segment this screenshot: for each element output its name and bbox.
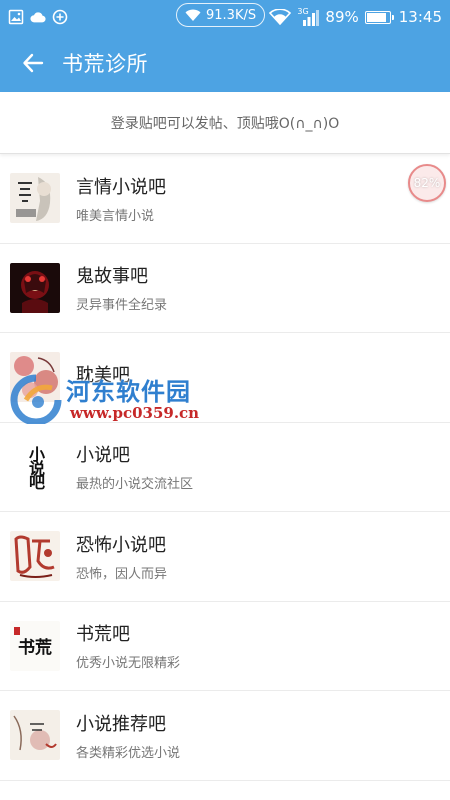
- forum-name: 小说吧: [76, 445, 130, 467]
- arrow-left-icon: [23, 53, 44, 73]
- forum-row-yanqing[interactable]: 言情小说吧 唯美言情小说: [0, 154, 450, 244]
- forum-name: 小说推荐吧: [76, 713, 166, 735]
- progress-badge[interactable]: 82%: [408, 164, 446, 202]
- forum-avatar-shuhuang: 书荒: [10, 620, 60, 671]
- forum-desc: 最热的小说交流社区: [76, 477, 194, 493]
- progress-value: 82%: [413, 176, 441, 190]
- cloud-icon: [30, 9, 46, 25]
- forum-desc: 恐怖，因人而异: [76, 566, 168, 582]
- status-bar: 91.3K/S 3G 89% 13:45: [0, 0, 450, 34]
- avatar-calligraphy: 小说吧: [26, 445, 45, 488]
- forum-name: 鬼故事吧: [76, 266, 148, 288]
- cell-signal-icon: 3G: [297, 7, 320, 26]
- battery-icon: [364, 10, 394, 24]
- forum-name: 恐怖小说吧: [76, 534, 166, 556]
- network-type: 3G: [297, 7, 309, 16]
- forum-avatar-danmei: [10, 352, 60, 403]
- forum-list: 言情小说吧 唯美言情小说 鬼故事吧 灵异事件全纪录 耽美吧 小说吧 小说吧 最热…: [0, 154, 450, 781]
- back-button[interactable]: [16, 46, 50, 80]
- avatar-calligraphy: 书荒: [18, 638, 52, 659]
- gallery-icon: [8, 9, 24, 25]
- forum-row-guigushi[interactable]: 鬼故事吧 灵异事件全纪录: [0, 244, 450, 333]
- plus-circle-icon: [52, 9, 68, 25]
- forum-name: 书荒吧: [76, 624, 130, 646]
- forum-name: 言情小说吧: [76, 176, 166, 198]
- clock: 13:45: [398, 8, 442, 26]
- forum-desc: 灵异事件全纪录: [76, 298, 168, 314]
- wifi-icon: [185, 7, 201, 23]
- forum-row-kongbu[interactable]: 恐怖小说吧 恐怖，因人而异: [0, 512, 450, 602]
- app-bar: 书荒诊所: [0, 34, 450, 92]
- forum-row-tuijian[interactable]: 小说推荐吧 各类精彩优选小说: [0, 691, 450, 781]
- forum-avatar-yanqing: [10, 173, 60, 224]
- forum-desc: 各类精彩优选小说: [76, 745, 181, 761]
- forum-row-danmei[interactable]: 耽美吧: [0, 333, 450, 423]
- net-speed: 91.3K/S: [206, 7, 257, 23]
- forum-avatar-tuijian: [10, 710, 60, 761]
- battery-percent: 89%: [325, 8, 359, 26]
- forum-desc: 唯美言情小说: [76, 208, 155, 224]
- forum-avatar-guigushi: [10, 262, 60, 313]
- login-tip[interactable]: 登录贴吧可以发帖、顶贴哦O(∩_∩)O: [0, 92, 450, 154]
- forum-desc: 优秀小说无限精彩: [76, 656, 181, 672]
- forum-name: 耽美吧: [76, 365, 130, 387]
- page-title: 书荒诊所: [62, 52, 148, 76]
- forum-avatar-xiaoshuo: 小说吧: [10, 441, 60, 492]
- wifi-signal-icon: [269, 9, 292, 25]
- forum-row-shuhuang[interactable]: 书荒 书荒吧 优秀小说无限精彩: [0, 602, 450, 691]
- forum-avatar-kongbu: [10, 531, 60, 582]
- forum-row-xiaoshuo[interactable]: 小说吧 小说吧 最热的小说交流社区: [0, 423, 450, 512]
- network-speed-pill: 91.3K/S: [176, 3, 266, 27]
- seal-icon: [14, 626, 20, 635]
